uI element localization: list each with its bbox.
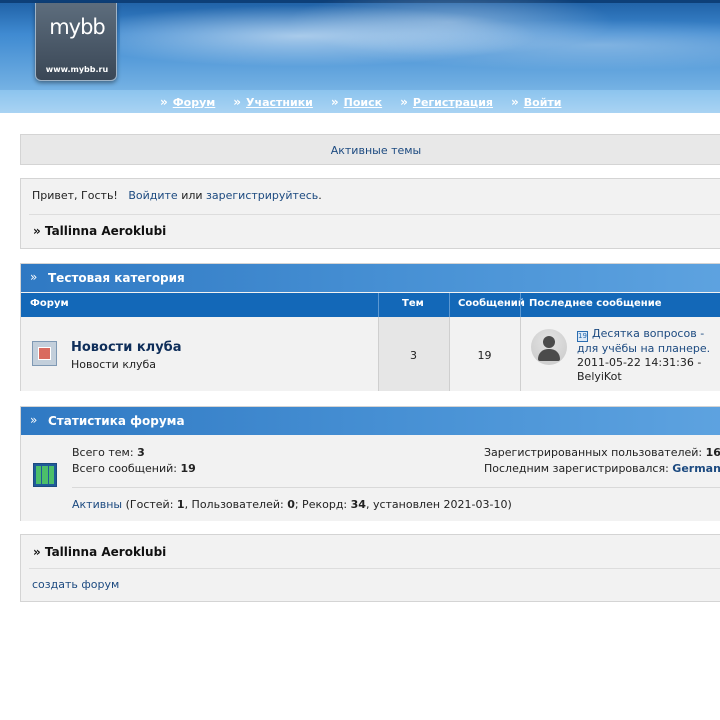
mybb-logo[interactable]: mybb www.mybb.ru bbox=[35, 3, 117, 81]
category-title[interactable]: Тестовая категория bbox=[48, 271, 185, 285]
total-topics-label: Всего тем: bbox=[72, 446, 134, 459]
nav-link-search[interactable]: Поиск bbox=[344, 96, 382, 109]
registered-users: Зарегистрированных пользователей: 16 bbox=[484, 446, 720, 459]
main-nav: » Форум » Участники » Поиск » Регистраци… bbox=[160, 95, 561, 109]
forum-topics-count: 3 bbox=[410, 349, 417, 362]
total-posts: Всего сообщений: 19 bbox=[72, 462, 196, 475]
total-topics: Всего тем: 3 bbox=[72, 446, 145, 459]
record-label: ; Рекорд: bbox=[294, 498, 351, 511]
footer-breadcrumb: » Tallinna Aeroklubi bbox=[33, 545, 167, 559]
double-chevron-icon: » bbox=[233, 95, 242, 109]
stats-block: » Статистика форума Всего тем: 3 Всего с… bbox=[20, 406, 720, 521]
nav-item-login: » Войти bbox=[511, 95, 562, 109]
online-info: Активны (Гостей: 1, Пользователей: 0; Ре… bbox=[72, 498, 512, 511]
double-chevron-icon: » bbox=[30, 270, 38, 284]
stats-chart-icon bbox=[33, 463, 57, 487]
post-icon: 19 bbox=[577, 331, 588, 342]
column-divider bbox=[449, 293, 450, 317]
last-post-info: 19 Десятка вопросов - для учёбы на планер… bbox=[577, 327, 720, 384]
col-forum: Форум bbox=[30, 298, 69, 309]
forum-column-headers: Форум Тем Сообщений Последнее сообщение bbox=[21, 293, 720, 317]
double-chevron-icon: » bbox=[330, 95, 339, 109]
column-divider bbox=[520, 293, 521, 317]
forum-posts-count: 19 bbox=[477, 349, 492, 362]
guests-label: (Гостей: bbox=[122, 498, 177, 511]
last-registered-label: Последним зарегистрировался: bbox=[484, 462, 669, 475]
users-value: 0 bbox=[287, 498, 295, 511]
active-topics-link[interactable]: Активные темы bbox=[21, 144, 720, 157]
divider bbox=[29, 214, 720, 215]
nav-item-register: » Регистрация bbox=[400, 95, 493, 109]
nav-link-forum[interactable]: Форум bbox=[173, 96, 216, 109]
login-link[interactable]: Войдите bbox=[128, 189, 177, 202]
forum-row: Новости клуба Новости клуба 3 19 19 Десят… bbox=[21, 317, 720, 391]
last-registered-user-link[interactable]: German bbox=[672, 462, 720, 475]
welcome-line: Привет, Гость! Войдите или зарегистрируй… bbox=[32, 189, 322, 202]
nav-link-register[interactable]: Регистрация bbox=[413, 96, 493, 109]
stats-body: Всего тем: 3 Всего сообщений: 19 Зарегис… bbox=[21, 435, 720, 521]
last-post-date: 2011-05-22 14:31:36 - bbox=[577, 356, 702, 369]
forum-title-link[interactable]: Новости клуба bbox=[71, 340, 182, 355]
last-registered: Последним зарегистрировался: German bbox=[484, 462, 720, 475]
users-label: , Пользователей: bbox=[184, 498, 288, 511]
nav-link-members[interactable]: Участники bbox=[246, 96, 313, 109]
nav-item-members: » Участники bbox=[233, 95, 313, 109]
active-topics-bar: Активные темы bbox=[20, 134, 720, 165]
stats-header: » Статистика форума bbox=[21, 407, 720, 435]
last-post-link[interactable]: Десятка вопросов - для учёбы на планере. bbox=[577, 327, 710, 355]
logo-url: www.mybb.ru bbox=[45, 65, 109, 74]
total-posts-label: Всего сообщений: bbox=[72, 462, 177, 475]
online-link[interactable]: Активны bbox=[72, 498, 122, 511]
column-divider bbox=[520, 317, 521, 391]
nav-item-forum: » Форум bbox=[160, 95, 215, 109]
double-chevron-icon: » bbox=[30, 413, 38, 427]
forum-status-icon bbox=[32, 341, 57, 366]
logo-mark: mybb bbox=[49, 15, 106, 39]
column-divider bbox=[378, 293, 379, 317]
category-block: » Тестовая категория Форум Тем Сообщений… bbox=[20, 263, 720, 391]
nav-item-search: » Поиск bbox=[331, 95, 382, 109]
forum-description: Новости клуба bbox=[71, 358, 157, 371]
greeting-text: Привет, Гость! bbox=[32, 189, 118, 202]
guests-value: 1 bbox=[176, 498, 185, 511]
record-date: , установлен 2021-03-10) bbox=[365, 498, 512, 511]
registered-label: Зарегистрированных пользователей: bbox=[484, 446, 703, 459]
last-post-author: BelyiKot bbox=[577, 370, 622, 383]
total-posts-value: 19 bbox=[180, 462, 196, 475]
record-value: 34 bbox=[350, 498, 366, 511]
double-chevron-icon: » bbox=[510, 95, 519, 109]
breadcrumb: » Tallinna Aeroklubi bbox=[33, 224, 167, 238]
double-chevron-icon: » bbox=[400, 95, 408, 109]
user-avatar-icon[interactable] bbox=[531, 329, 567, 365]
register-link[interactable]: зарегистрируйтесь bbox=[206, 189, 318, 202]
col-topics: Тем bbox=[402, 298, 424, 309]
registered-value: 16 bbox=[705, 446, 720, 459]
total-topics-value: 3 bbox=[137, 446, 145, 459]
site-header: mybb www.mybb.ru » Форум » Участники » П… bbox=[0, 0, 720, 113]
header-sky-clouds bbox=[120, 0, 720, 90]
col-posts: Сообщений bbox=[458, 298, 525, 309]
footer-block: » Tallinna Aeroklubi создать форум bbox=[20, 534, 720, 602]
nav-link-login[interactable]: Войти bbox=[524, 96, 562, 109]
category-header: » Тестовая категория bbox=[21, 264, 720, 292]
stats-title: Статистика форума bbox=[48, 414, 185, 428]
period-text: . bbox=[318, 189, 322, 202]
or-text: или bbox=[181, 189, 203, 202]
create-forum-link[interactable]: создать форум bbox=[32, 578, 119, 591]
double-chevron-icon: » bbox=[160, 95, 168, 109]
col-last-post: Последнее сообщение bbox=[529, 298, 662, 309]
welcome-block: Привет, Гость! Войдите или зарегистрируй… bbox=[20, 178, 720, 249]
divider bbox=[29, 568, 720, 569]
divider bbox=[72, 487, 720, 488]
